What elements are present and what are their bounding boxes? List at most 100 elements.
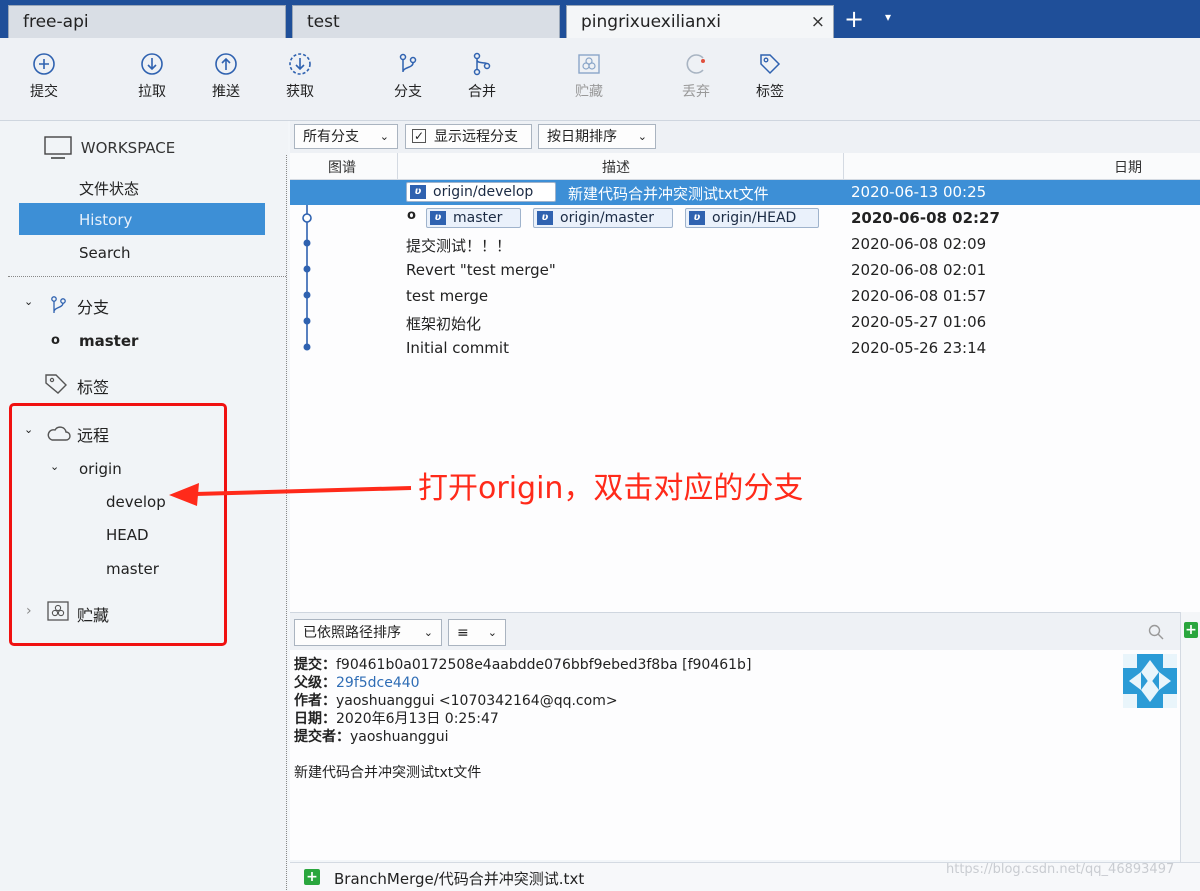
table-row[interactable]: test merge 2020-06-08 01:57	[290, 284, 1200, 309]
sidebar-selection	[19, 203, 265, 235]
column-date[interactable]: 日期	[1114, 157, 1142, 177]
table-row[interactable]: Initial commit 2020-05-26 23:14	[290, 336, 1200, 361]
branch-tag[interactable]: ʋ origin/develop	[406, 182, 556, 202]
branch-tag[interactable]: ʋ origin/HEAD	[685, 208, 819, 228]
commit-date: 2020-06-13 00:25	[851, 183, 987, 201]
author-value: yaoshuanggui <1070342164@qq.com>	[336, 693, 618, 709]
pull-button[interactable]: 拉取	[122, 52, 182, 101]
branch-button[interactable]: 分支	[378, 52, 438, 101]
merge-button[interactable]: 合并	[452, 52, 512, 101]
commit-desc: Revert "test merge"	[406, 261, 556, 279]
search-icon[interactable]	[1148, 624, 1164, 640]
table-row[interactable]: Revert "test merge" 2020-06-08 02:01	[290, 258, 1200, 283]
sidebar-item-search[interactable]: Search	[79, 244, 131, 262]
branch-icon: ʋ	[410, 185, 426, 199]
merge-label: 合并	[468, 84, 496, 100]
tab-label: free-api	[23, 12, 89, 32]
fetch-button[interactable]: 获取	[270, 52, 330, 101]
commit-key: 提交：	[294, 657, 336, 673]
push-label: 推送	[212, 84, 240, 100]
column-headers: 图谱 描述 日期	[290, 153, 1200, 180]
workspace-label: WORKSPACE	[80, 139, 176, 157]
tag-label: 标签	[756, 84, 784, 100]
sort-dropdown[interactable]: 按日期排序 ⌄	[538, 124, 656, 149]
divider	[8, 276, 286, 278]
sidebar-item-history[interactable]: History	[79, 211, 132, 229]
divider	[843, 153, 844, 179]
committer-key: 提交者：	[294, 729, 350, 745]
tag-button[interactable]: 标签	[740, 52, 800, 101]
chevron-down-icon: ⌄	[423, 626, 433, 639]
commit-label: 提交	[30, 84, 58, 100]
tab-bar: free-api test pingrixuexilianxi × + ▾	[0, 0, 1200, 38]
all-branches-label: 所有分支	[303, 129, 359, 145]
branches-section-label[interactable]: 分支	[77, 294, 109, 318]
branch-label: 分支	[394, 84, 422, 100]
tab-pingrixuexilianxi[interactable]: pingrixuexilianxi ×	[566, 5, 834, 38]
table-row[interactable]: 提交测试！！！ 2020-06-08 02:09	[290, 232, 1200, 257]
table-row[interactable]: ʋ origin/develop 新建代码合并冲突测试txt文件 2020-06-…	[290, 180, 1200, 205]
commit-date: 2020-06-08 02:01	[851, 261, 987, 279]
arrow-up-circle-icon	[215, 53, 237, 75]
view-mode-dropdown[interactable]: ≡ ⌄	[448, 619, 506, 646]
commit-list: ʋ origin/develop 新建代码合并冲突测试txt文件 2020-06-…	[290, 180, 1200, 612]
discard-button[interactable]: 丢弃	[666, 52, 726, 101]
tab-test[interactable]: test	[292, 5, 560, 38]
date-value: 2020年6月13日 0:25:47	[336, 711, 499, 727]
merge-icon	[473, 52, 491, 76]
current-branch-icon: o	[51, 333, 60, 348]
divider	[397, 153, 398, 179]
commit-desc: 新建代码合并冲突测试txt文件	[568, 185, 769, 203]
stash-button[interactable]: 贮藏	[559, 52, 619, 101]
filter-bar: 所有分支 ⌄ ✓ 显示远程分支 按日期排序 ⌄	[290, 121, 1200, 153]
avatar	[1123, 654, 1177, 708]
table-row[interactable]: 框架初始化 2020-05-27 01:06	[290, 310, 1200, 335]
commit-button[interactable]: 提交	[14, 52, 74, 101]
workspace-header[interactable]: WORKSPACE	[44, 135, 175, 159]
push-button[interactable]: 推送	[196, 52, 256, 101]
all-branches-dropdown[interactable]: 所有分支 ⌄	[294, 124, 398, 149]
commit-details: 提交：f90461b0a0172508e4aabdde076bbf9ebed3f…	[290, 650, 1200, 860]
chevron-down-icon[interactable]: ⌄	[24, 295, 33, 308]
column-desc[interactable]: 描述	[602, 157, 630, 177]
branch-icon: ʋ	[537, 211, 553, 225]
tab-label: pingrixuexilianxi	[581, 12, 721, 32]
commit-desc: test merge	[406, 287, 489, 305]
author-key: 作者：	[294, 693, 336, 709]
added-file-icon: +	[304, 869, 320, 885]
pull-label: 拉取	[138, 84, 166, 100]
commit-date: 2020-05-26 23:14	[851, 339, 987, 357]
add-icon[interactable]: +	[1184, 622, 1198, 638]
fetch-icon	[289, 53, 311, 75]
sidebar-item-master[interactable]: master	[79, 332, 138, 350]
fetch-label: 获取	[286, 84, 314, 100]
commit-date: 2020-06-08 02:27	[851, 209, 1000, 227]
commit-hash: f90461b0a0172508e4aabdde076bbf9ebed3f8ba…	[336, 657, 752, 673]
sort-path-dropdown[interactable]: 已依照路径排序 ⌄	[294, 619, 442, 646]
arrow-down-circle-icon	[141, 53, 163, 75]
discard-label: 丢弃	[682, 84, 710, 100]
close-icon[interactable]: ×	[811, 6, 825, 38]
sort-label: 按日期排序	[547, 129, 617, 145]
plus-circle-icon	[33, 53, 55, 75]
file-path: BranchMerge/代码合并冲突测试.txt	[334, 870, 585, 888]
parent-link[interactable]: 29f5dce440	[336, 675, 420, 691]
commit-desc: Initial commit	[406, 339, 509, 357]
head-marker-icon: o	[407, 208, 416, 223]
sidebar-item-file-status[interactable]: 文件状态	[79, 178, 139, 199]
tab-free-api[interactable]: free-api	[8, 5, 286, 38]
show-remote-checkbox[interactable]: ✓ 显示远程分支	[405, 124, 532, 149]
parent-key: 父级：	[294, 675, 336, 691]
add-tab-button[interactable]: +	[844, 4, 864, 34]
tags-section-label[interactable]: 标签	[77, 374, 109, 398]
stash-icon	[578, 54, 600, 74]
column-graph[interactable]: 图谱	[328, 157, 356, 177]
chevron-down-icon[interactable]: ▾	[885, 10, 891, 24]
branch-icon: ʋ	[689, 211, 705, 225]
details-toolbar: 已依照路径排序 ⌄ ≡ ⌄	[290, 612, 1200, 651]
monitor-icon	[44, 136, 72, 159]
commit-desc: 提交测试！！！	[406, 237, 512, 255]
table-row[interactable]: o ʋ master ʋ origin/master ʋ origin/HEAD 20…	[290, 206, 1200, 231]
branch-tag[interactable]: ʋ master	[426, 208, 521, 228]
branch-tag[interactable]: ʋ origin/master	[533, 208, 673, 228]
